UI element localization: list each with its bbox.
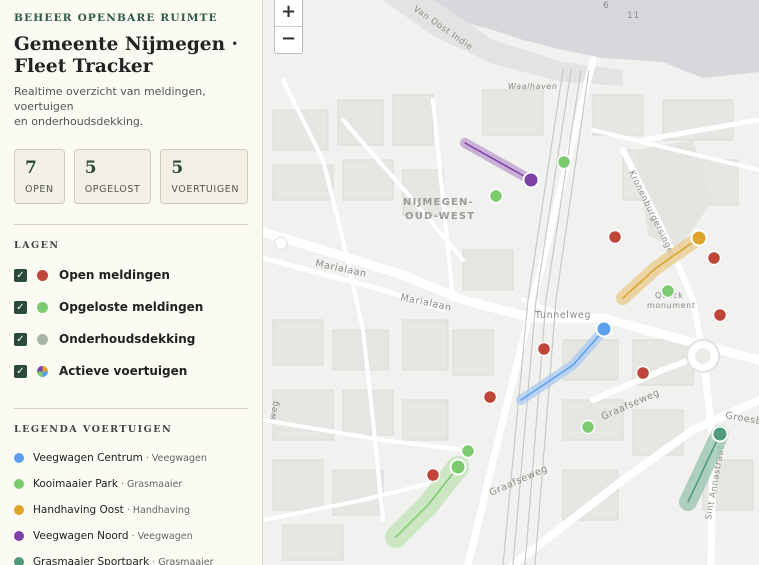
poi-label: monument xyxy=(647,301,696,310)
subtitle-line-1: Realtime overzicht van meldingen, voertu… xyxy=(14,85,206,113)
vehicle-name: Handhaving Oost xyxy=(33,504,124,516)
vehicle-dot-icon xyxy=(14,479,24,489)
checkbox-checked-icon[interactable]: ✓ xyxy=(14,332,27,346)
open-report-marker[interactable] xyxy=(607,229,623,245)
stat-value: 5 xyxy=(84,158,97,178)
vehicle-marker-handhaving-oost[interactable] xyxy=(690,229,708,247)
layers-heading: LAGEN xyxy=(14,240,60,251)
divider xyxy=(14,224,248,225)
checkbox-checked-icon[interactable]: ✓ xyxy=(14,364,27,378)
page-title-line-1: Gemeente Nijmegen · xyxy=(14,34,238,55)
resolved-dot-icon xyxy=(37,301,48,313)
vehicle-dot-icon xyxy=(14,531,24,541)
stat-card-resolved: 5 OPGELOST xyxy=(73,149,152,204)
vehicle-marker-veegwagen-centrum[interactable] xyxy=(595,320,613,338)
open-report-marker[interactable] xyxy=(712,307,728,323)
stat-card-open: 7 OPEN xyxy=(14,149,65,204)
roundabout-center xyxy=(695,348,711,364)
resolved-report-marker[interactable] xyxy=(460,443,476,459)
legend-item: Kooimaaier Park · Grasmaaier xyxy=(14,471,248,497)
checkbox-checked-icon[interactable]: ✓ xyxy=(14,300,27,314)
layer-toggle-vehicles[interactable]: ✓ Actieve voertuigen xyxy=(14,355,248,387)
street-number: 6 xyxy=(603,1,609,11)
open-report-marker[interactable] xyxy=(706,250,722,266)
stat-value: 5 xyxy=(171,158,184,178)
app-eyebrow: BEHEER OPENBARE RUIMTE xyxy=(14,12,218,24)
page-title-line-2: Fleet Tracker xyxy=(14,56,153,77)
legend-item: Handhaving Oost · Handhaving xyxy=(14,497,248,523)
resolved-report-marker[interactable] xyxy=(580,419,596,435)
open-report-marker[interactable] xyxy=(425,467,441,483)
stat-label: OPEN xyxy=(25,184,54,195)
layers-list: ✓ Open meldingen ✓ Opgeloste meldingen ✓… xyxy=(14,259,248,387)
vehicle-marker-kooimaaier-park[interactable] xyxy=(449,458,467,476)
sidebar: BEHEER OPENBARE RUIMTE Gemeente Nijmegen… xyxy=(0,0,263,565)
open-report-marker[interactable] xyxy=(482,389,498,405)
legend-item: Veegwagen Noord · Veegwagen xyxy=(14,523,248,549)
map-canvas[interactable]: NIJMEGEN- OUD-WEST Marialaan Marialaan T… xyxy=(263,0,759,565)
vehicles-dot-icon xyxy=(37,365,48,377)
open-dot-icon xyxy=(37,269,48,281)
resolved-report-marker[interactable] xyxy=(660,283,676,299)
vehicle-type: Handhaving xyxy=(132,504,191,516)
zoom-in-button[interactable]: + xyxy=(275,0,302,26)
resolved-report-marker[interactable] xyxy=(556,154,572,170)
legend-list: Veegwagen Centrum · Veegwagen Kooimaaier… xyxy=(14,445,248,565)
vehicle-name: Grasmaaier Sportpark xyxy=(33,556,150,565)
vehicle-marker-grasmaaier-sportpark[interactable] xyxy=(711,425,729,443)
subtitle-line-2: en onderhoudsdekking. xyxy=(14,115,144,128)
layer-label: Open meldingen xyxy=(59,268,170,282)
street-label: Tunnelweg xyxy=(534,310,591,321)
vehicle-type: Veegwagen xyxy=(137,530,193,542)
vehicle-type: Veegwagen xyxy=(151,452,207,464)
layer-label: Actieve voertuigen xyxy=(59,364,188,378)
page-title: Gemeente Nijmegen · Fleet Tracker xyxy=(14,34,248,78)
resolved-report-marker[interactable] xyxy=(488,188,504,204)
stat-value: 7 xyxy=(25,158,37,178)
vehicle-type: Grasmaaier xyxy=(158,556,214,565)
zoom-control: + − xyxy=(274,0,303,54)
divider xyxy=(14,408,248,409)
vehicle-name: Veegwagen Centrum xyxy=(33,452,143,464)
legend-item: Veegwagen Centrum · Veegwagen xyxy=(14,445,248,471)
roundabout-west xyxy=(274,236,288,250)
stats-row: 7 OPEN 5 OPGELOST 5 VOERTUIGEN xyxy=(14,149,249,204)
open-report-marker[interactable] xyxy=(536,341,552,357)
vehicle-name: Veegwagen Noord xyxy=(33,530,129,542)
legend-item: Grasmaaier Sportpark · Grasmaaier xyxy=(14,549,248,565)
layer-label: Onderhoudsdekking xyxy=(59,332,196,346)
stat-card-vehicles: 5 VOERTUIGEN xyxy=(160,149,249,204)
vehicle-dot-icon xyxy=(14,453,24,463)
page-subtitle: Realtime overzicht van meldingen, voertu… xyxy=(14,84,248,129)
water-label: Waalhaven xyxy=(508,82,558,91)
map-svg[interactable]: NIJMEGEN- OUD-WEST Marialaan Marialaan T… xyxy=(263,0,759,565)
open-report-marker[interactable] xyxy=(635,365,651,381)
layer-label: Opgeloste meldingen xyxy=(59,300,204,314)
coverage-dot-icon xyxy=(37,333,48,345)
layer-toggle-coverage[interactable]: ✓ Onderhoudsdekking xyxy=(14,323,248,355)
vehicle-type: Grasmaaier xyxy=(127,478,183,490)
stat-label: VOERTUIGEN xyxy=(171,184,240,195)
vehicle-dot-icon xyxy=(14,505,24,515)
district-label: OUD-WEST xyxy=(405,211,475,222)
district-label: NIJMEGEN- xyxy=(403,197,474,208)
legend-heading: LEGENDA VOERTUIGEN xyxy=(14,424,173,435)
zoom-out-button[interactable]: − xyxy=(275,26,302,53)
checkbox-checked-icon[interactable]: ✓ xyxy=(14,268,27,282)
stat-label: OPGELOST xyxy=(84,184,141,195)
street-number: 11 xyxy=(627,11,640,21)
vehicle-name: Kooimaaier Park xyxy=(33,478,118,490)
vehicle-marker-veegwagen-noord[interactable] xyxy=(522,171,540,189)
vehicle-dot-icon xyxy=(14,557,24,565)
layer-toggle-open[interactable]: ✓ Open meldingen xyxy=(14,259,248,291)
layer-toggle-resolved[interactable]: ✓ Opgeloste meldingen xyxy=(14,291,248,323)
